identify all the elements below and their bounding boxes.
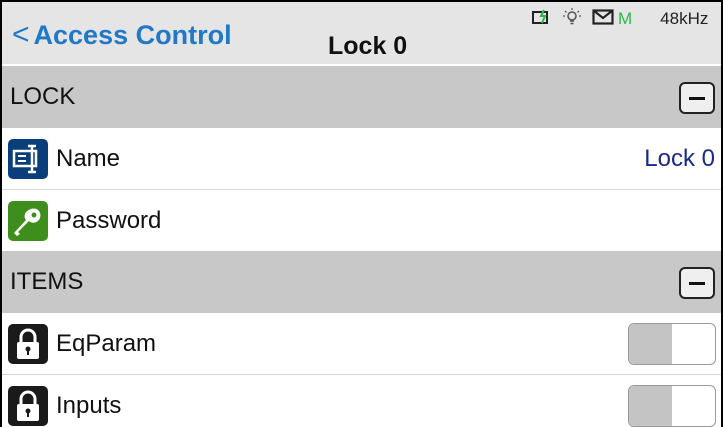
row-eqparam[interactable]: EqParam — [2, 313, 721, 375]
back-label: Access Control — [33, 19, 232, 50]
lock-toggle-inputs[interactable] — [628, 385, 716, 427]
row-label: EqParam — [56, 330, 157, 357]
app-frame: < Access Control Lock 0 M 48kHz LOCK Nam… — [0, 0, 723, 427]
back-button[interactable]: < Access Control — [12, 18, 232, 52]
status-indicators: M 48kHz — [532, 6, 708, 32]
name-tag-icon — [8, 139, 48, 179]
row-name[interactable]: Name Lock 0 — [2, 128, 721, 190]
sample-rate-indicator: 48kHz — [660, 9, 709, 28]
toggle-knob — [629, 324, 672, 364]
section-label: ITEMS — [10, 268, 84, 295]
toggle-knob — [629, 386, 672, 426]
row-label: Password — [56, 207, 162, 234]
lock-toggle-eqparam[interactable] — [628, 323, 716, 365]
section-header-lock: LOCK — [2, 66, 721, 128]
mail-icon — [592, 8, 614, 30]
header-bar: < Access Control Lock 0 M 48kHz — [2, 2, 721, 64]
padlock-icon — [8, 386, 48, 426]
light-bulb-icon — [562, 7, 582, 32]
row-password[interactable]: Password — [2, 190, 721, 252]
mode-indicator: M — [618, 9, 633, 28]
section-header-items: ITEMS — [2, 251, 721, 313]
battery-charging-icon — [532, 9, 552, 30]
collapse-lock-button[interactable] — [679, 82, 715, 114]
row-label: Inputs — [56, 392, 122, 419]
page-title: Lock 0 — [328, 32, 408, 60]
key-icon — [8, 201, 48, 241]
section-label: LOCK — [10, 83, 76, 110]
chevron-left-icon: < — [12, 18, 30, 51]
row-value: Lock 0 — [644, 145, 715, 172]
row-label: Name — [56, 145, 121, 172]
padlock-icon — [8, 324, 48, 364]
row-inputs[interactable]: Inputs — [2, 375, 721, 427]
collapse-items-button[interactable] — [679, 267, 715, 299]
